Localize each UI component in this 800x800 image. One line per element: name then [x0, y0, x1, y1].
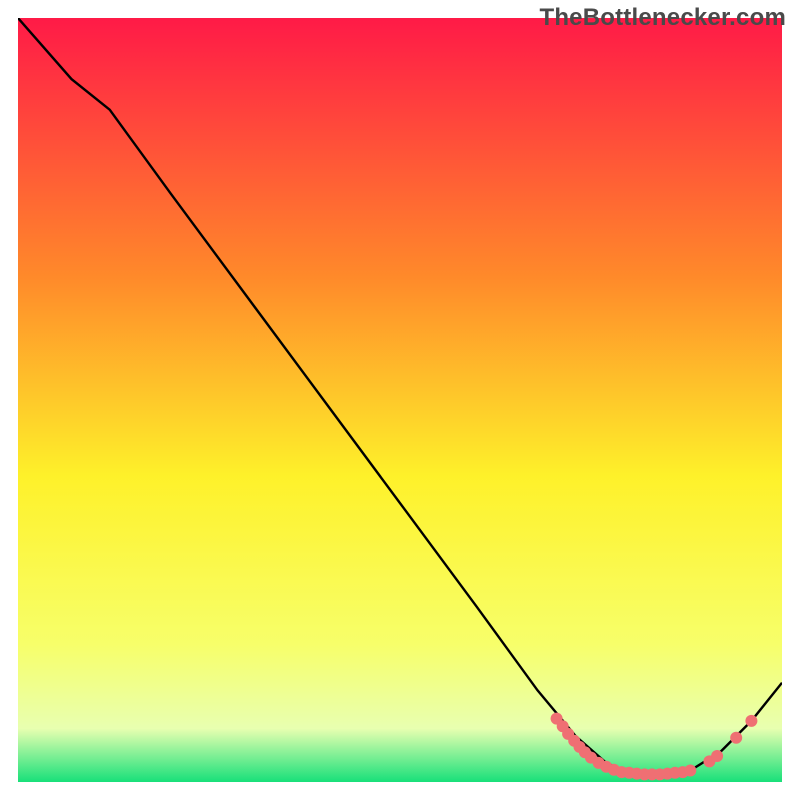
gradient-background: [18, 18, 782, 782]
data-marker: [745, 715, 757, 727]
bottleneck-chart: [18, 18, 782, 782]
chart-svg: [18, 18, 782, 782]
data-marker: [730, 732, 742, 744]
data-marker: [684, 765, 696, 777]
watermark-text: TheBottlenecker.com: [539, 4, 786, 32]
data-marker: [711, 750, 723, 762]
